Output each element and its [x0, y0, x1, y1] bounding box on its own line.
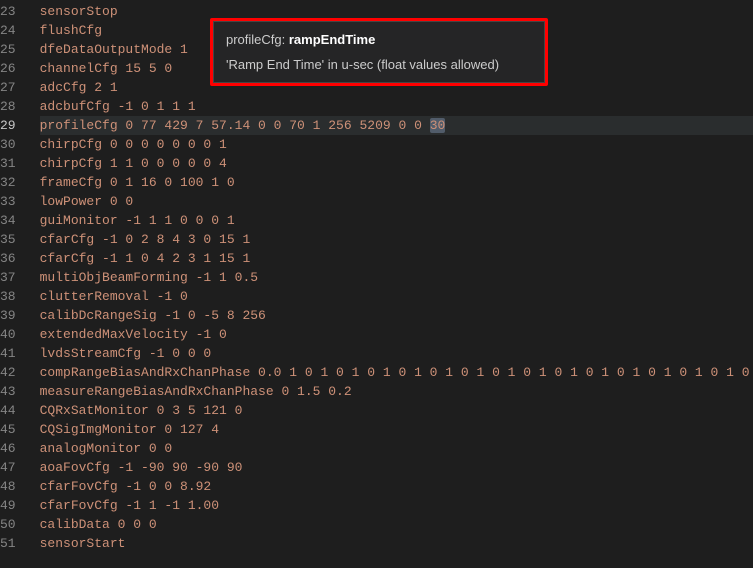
code-line[interactable]: profileCfg 0 77 429 7 57.14 0 0 70 1 256…: [40, 116, 753, 135]
code-line[interactable]: analogMonitor 0 0: [40, 439, 753, 458]
code-line[interactable]: cfarFovCfg -1 0 0 8.92: [40, 477, 753, 496]
line-number: 44: [0, 401, 16, 420]
line-number: 35: [0, 230, 16, 249]
code-line[interactable]: measureRangeBiasAndRxChanPhase 0 1.5 0.2: [40, 382, 753, 401]
line-number: 27: [0, 78, 16, 97]
line-number: 50: [0, 515, 16, 534]
code-line[interactable]: multiObjBeamForming -1 1 0.5: [40, 268, 753, 287]
line-number: 38: [0, 287, 16, 306]
line-number: 26: [0, 59, 16, 78]
line-number: 29: [0, 116, 16, 135]
line-number: 42: [0, 363, 16, 382]
line-number: 41: [0, 344, 16, 363]
code-line[interactable]: adcbufCfg -1 0 1 1 1: [40, 97, 753, 116]
line-number: 37: [0, 268, 16, 287]
code-line[interactable]: chirpCfg 0 0 0 0 0 0 0 1: [40, 135, 753, 154]
line-number: 33: [0, 192, 16, 211]
code-line[interactable]: chirpCfg 1 1 0 0 0 0 0 4: [40, 154, 753, 173]
selection-highlight: 30: [430, 118, 446, 133]
line-number: 51: [0, 534, 16, 553]
code-line[interactable]: calibData 0 0 0: [40, 515, 753, 534]
code-line[interactable]: lowPower 0 0: [40, 192, 753, 211]
code-line[interactable]: CQRxSatMonitor 0 3 5 121 0: [40, 401, 753, 420]
code-line[interactable]: calibDcRangeSig -1 0 -5 8 256: [40, 306, 753, 325]
code-line[interactable]: lvdsStreamCfg -1 0 0 0: [40, 344, 753, 363]
line-number: 30: [0, 135, 16, 154]
line-number: 32: [0, 173, 16, 192]
code-line[interactable]: CQSigImgMonitor 0 127 4: [40, 420, 753, 439]
line-number: 28: [0, 97, 16, 116]
line-gutter: 2324252627282930313233343536373839404142…: [0, 0, 28, 568]
code-line[interactable]: frameCfg 0 1 16 0 100 1 0: [40, 173, 753, 192]
line-number: 36: [0, 249, 16, 268]
line-number: 43: [0, 382, 16, 401]
code-line[interactable]: cfarCfg -1 1 0 4 2 3 1 15 1: [40, 249, 753, 268]
hover-tooltip: profileCfg: rampEndTime 'Ramp End Time' …: [210, 18, 548, 86]
line-number: 47: [0, 458, 16, 477]
line-number: 46: [0, 439, 16, 458]
line-number: 49: [0, 496, 16, 515]
code-line[interactable]: compRangeBiasAndRxChanPhase 0.0 1 0 1 0 …: [40, 363, 753, 382]
code-line[interactable]: extendedMaxVelocity -1 0: [40, 325, 753, 344]
code-line[interactable]: clutterRemoval -1 0: [40, 287, 753, 306]
tooltip-prefix: profileCfg:: [226, 32, 289, 47]
line-number: 45: [0, 420, 16, 439]
code-line[interactable]: sensorStart: [40, 534, 753, 553]
code-line[interactable]: cfarCfg -1 0 2 8 4 3 0 15 1: [40, 230, 753, 249]
line-number: 34: [0, 211, 16, 230]
tooltip-param-name: rampEndTime: [289, 32, 375, 47]
line-number: 40: [0, 325, 16, 344]
line-number: 25: [0, 40, 16, 59]
line-number: 24: [0, 21, 16, 40]
code-line[interactable]: aoaFovCfg -1 -90 90 -90 90: [40, 458, 753, 477]
tooltip-title: profileCfg: rampEndTime: [226, 32, 532, 47]
tooltip-description: 'Ramp End Time' in u-sec (float values a…: [226, 57, 532, 72]
line-number: 48: [0, 477, 16, 496]
line-number: 23: [0, 2, 16, 21]
line-number: 31: [0, 154, 16, 173]
line-number: 39: [0, 306, 16, 325]
code-line[interactable]: guiMonitor -1 1 1 0 0 0 1: [40, 211, 753, 230]
code-line[interactable]: cfarFovCfg -1 1 -1 1.00: [40, 496, 753, 515]
